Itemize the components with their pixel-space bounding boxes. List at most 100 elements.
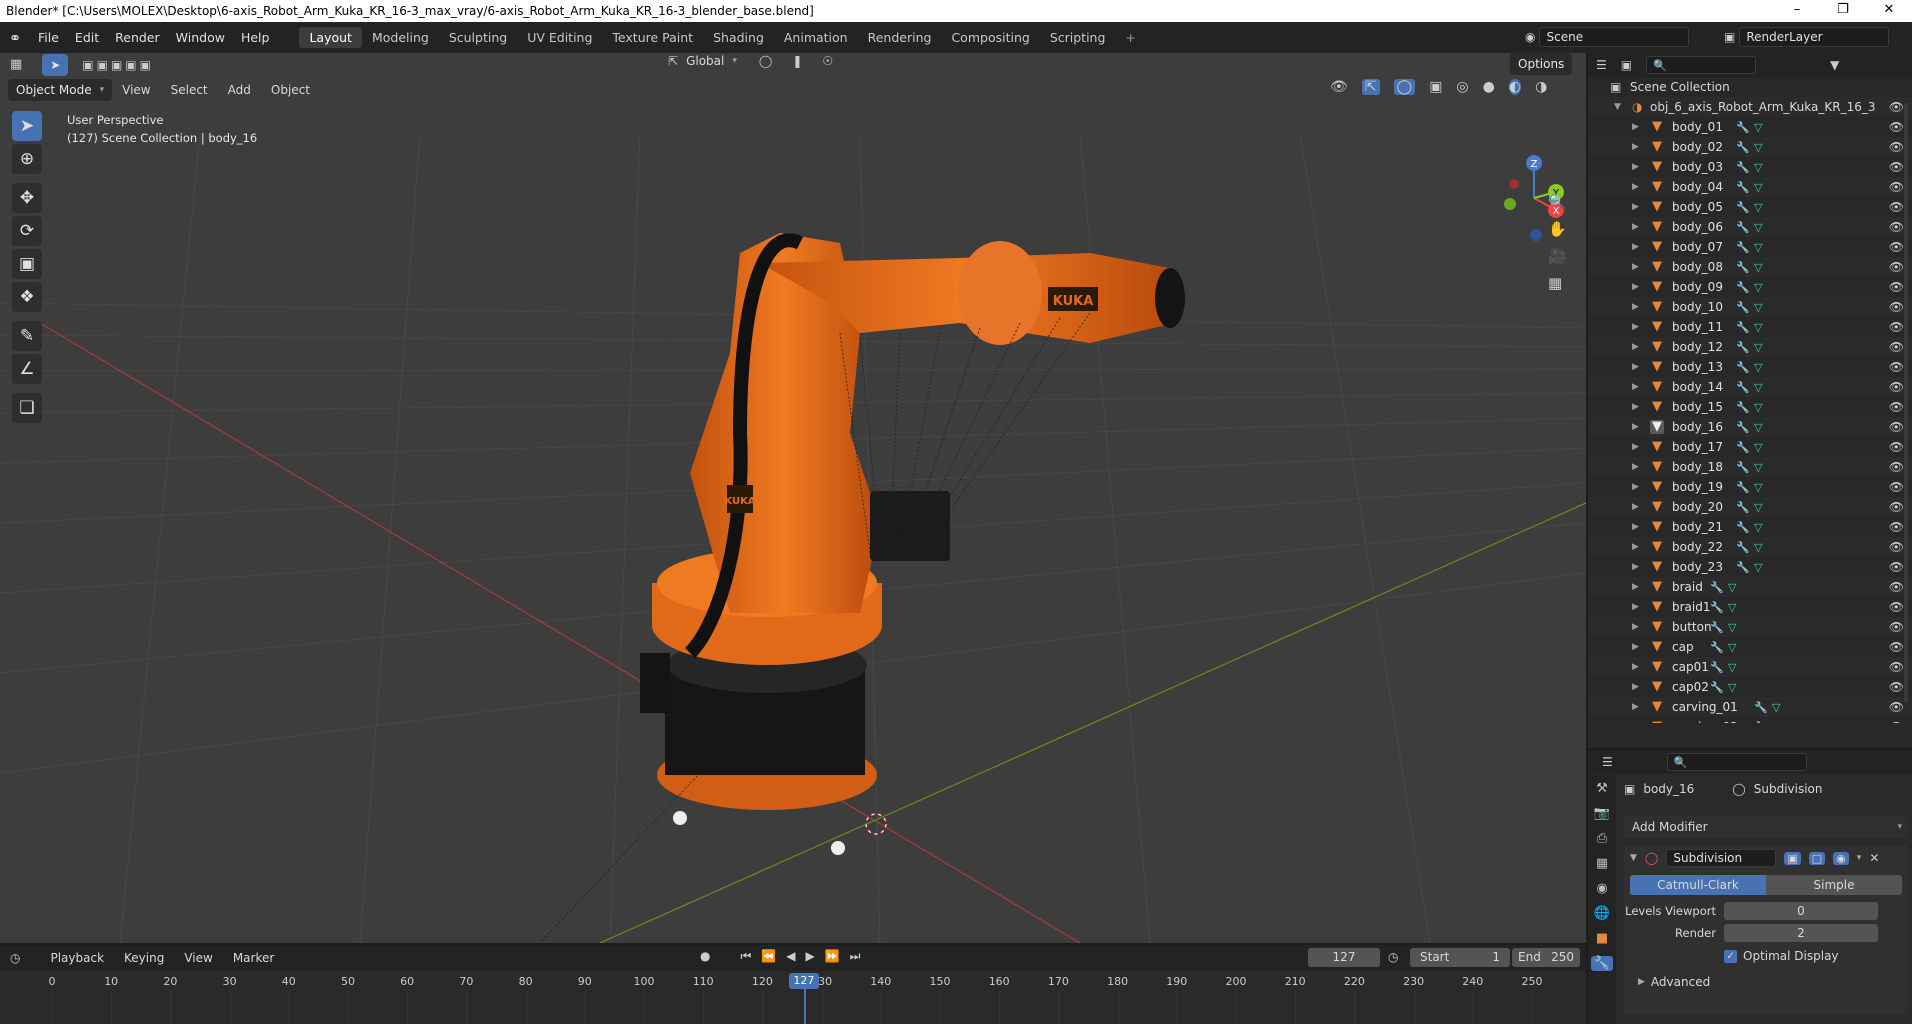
expand-icon[interactable]: ▶ xyxy=(1632,522,1639,532)
playhead-line[interactable] xyxy=(803,989,806,1024)
outliner-item[interactable]: ▶ ▼ body_08 🔧 ▽ 👁 xyxy=(1588,257,1912,277)
outliner-item[interactable]: ▶ ▼ body_04 🔧 ▽ 👁 xyxy=(1588,177,1912,197)
outliner-item[interactable]: ▶ ▼ body_16 🔧 ▽ 👁 xyxy=(1588,417,1912,437)
menu-render[interactable]: Render xyxy=(107,30,168,45)
jump-start-icon[interactable]: ⏮ xyxy=(740,949,751,964)
proportional-edit-icon[interactable]: ☉ xyxy=(822,54,833,68)
expand-icon[interactable]: ▶ xyxy=(1632,642,1639,652)
material-shading-icon[interactable]: ◐ xyxy=(1508,79,1522,95)
menu-file[interactable]: File xyxy=(30,30,67,45)
snap-icon[interactable]: ❚ xyxy=(792,54,802,68)
world-tab-icon[interactable]: 🌐 xyxy=(1594,906,1610,921)
viewport-toggle-icon[interactable]: □ xyxy=(1808,851,1826,865)
add-modifier-dropdown[interactable]: Add Modifier ▾ xyxy=(1624,816,1908,838)
outliner-item[interactable]: ▶ ▼ body_03 🔧 ▽ 👁 xyxy=(1588,157,1912,177)
scene-tab-icon[interactable]: ◉ xyxy=(1596,881,1607,896)
select-mode-icon[interactable]: ➤ xyxy=(42,53,69,76)
eye-icon[interactable]: 👁 xyxy=(1889,640,1904,654)
eye-icon[interactable]: 👁 xyxy=(1889,220,1904,234)
expand-icon[interactable]: ▶ xyxy=(1632,202,1639,212)
outliner-item[interactable]: ▶ ▼ body_09 🔧 ▽ 👁 xyxy=(1588,277,1912,297)
expand-icon[interactable]: ▶ xyxy=(1632,382,1639,392)
view-layer-tab-icon[interactable]: ▦ xyxy=(1596,856,1608,871)
start-frame-field[interactable]: Start 1 xyxy=(1410,948,1510,967)
expand-icon[interactable]: ▶ xyxy=(1632,322,1639,332)
render-toggle-icon[interactable]: ◉ xyxy=(1833,851,1849,865)
eye-icon[interactable]: 👁 xyxy=(1889,280,1904,294)
expand-icon[interactable]: ▶ xyxy=(1632,362,1639,372)
cursor-icon[interactable]: ⊕ xyxy=(12,144,42,174)
select-box-icon[interactable]: ➤ xyxy=(12,111,42,141)
display-mode-icon[interactable]: ▣ xyxy=(1621,58,1632,72)
visibility-icon[interactable]: 👁 xyxy=(1330,79,1348,95)
outliner-item[interactable]: ▶ ▼ carving_02 🔧 ▽ 👁 xyxy=(1588,717,1912,724)
expand-icon[interactable]: ▶ xyxy=(1632,542,1639,552)
outliner-item[interactable]: ▶ ▼ cap02 🔧 ▽ 👁 xyxy=(1588,677,1912,697)
tab-sculpting[interactable]: Sculpting xyxy=(439,27,517,48)
outliner-item[interactable]: ▶ ▼ button 🔧 ▽ 👁 xyxy=(1588,617,1912,637)
outliner-editor-icon[interactable]: ☰ xyxy=(1596,58,1607,72)
outliner-collection-row[interactable]: ▼ ◑ obj_6_axis_Robot_Arm_Kuka_KR_16_3 👁 xyxy=(1588,97,1912,117)
outliner-item[interactable]: ▶ ▼ body_05 🔧 ▽ 👁 xyxy=(1588,197,1912,217)
expand-icon[interactable]: ▶ xyxy=(1632,342,1639,352)
tab-compositing[interactable]: Compositing xyxy=(941,27,1039,48)
eye-icon[interactable]: 👁 xyxy=(1889,660,1904,674)
vp-menu-select[interactable]: Select xyxy=(161,83,218,97)
outliner-item[interactable]: ▶ ▼ body_11 🔧 ▽ 👁 xyxy=(1588,317,1912,337)
eye-icon[interactable]: 👁 xyxy=(1889,520,1904,534)
object-tab-icon[interactable]: ■ xyxy=(1596,931,1608,946)
outliner-item[interactable]: ▶ ▼ body_01 🔧 ▽ 👁 xyxy=(1588,117,1912,137)
tab-rendering[interactable]: Rendering xyxy=(858,27,942,48)
expand-icon[interactable]: ▶ xyxy=(1632,442,1639,452)
outliner-item[interactable]: ▶ ▼ body_23 🔧 ▽ 👁 xyxy=(1588,557,1912,577)
minimize-icon[interactable]: – xyxy=(1774,0,1820,22)
eye-icon[interactable]: 👁 xyxy=(1889,200,1904,214)
renderlayer-field[interactable]: RenderLayer xyxy=(1739,27,1890,47)
timeline-editor-icon[interactable]: ◷ xyxy=(10,951,20,965)
close-icon[interactable]: ✕ xyxy=(1869,851,1879,865)
properties-search-input[interactable]: 🔍 xyxy=(1666,753,1807,771)
outliner-item[interactable]: ▶ ▼ body_14 🔧 ▽ 👁 xyxy=(1588,377,1912,397)
transform-icon[interactable]: ❖ xyxy=(12,282,42,312)
expand-icon[interactable]: ▶ xyxy=(1632,162,1639,172)
collapse-icon[interactable]: ▼ xyxy=(1630,853,1637,863)
outliner-item[interactable]: ▶ ▼ body_07 🔧 ▽ 👁 xyxy=(1588,237,1912,257)
expand-icon[interactable]: ▶ xyxy=(1632,702,1639,712)
outliner-item[interactable]: ▶ ▼ body_06 🔧 ▽ 👁 xyxy=(1588,217,1912,237)
eye-icon[interactable]: 👁 xyxy=(1889,300,1904,314)
expand-icon[interactable]: ▶ xyxy=(1632,242,1639,252)
scale-icon[interactable]: ▣ xyxy=(12,249,42,279)
outliner-item[interactable]: ▶ ▼ body_18 🔧 ▽ 👁 xyxy=(1588,457,1912,477)
timeline-menu-playback[interactable]: Playback xyxy=(40,951,114,965)
outliner-item[interactable]: ▶ ▼ body_20 🔧 ▽ 👁 xyxy=(1588,497,1912,517)
eye-icon[interactable]: 👁 xyxy=(1889,680,1904,694)
expand-icon[interactable]: ▶ xyxy=(1632,562,1639,572)
wireframe-shading-icon[interactable]: ◎ xyxy=(1456,79,1468,95)
properties-editor-icon[interactable]: ☰ xyxy=(1602,755,1613,769)
expand-icon[interactable]: ▶ xyxy=(1632,182,1639,192)
outliner-item[interactable]: ▶ ▼ cap 🔧 ▽ 👁 xyxy=(1588,637,1912,657)
next-keyframe-icon[interactable]: ⏩ xyxy=(825,949,840,964)
vp-menu-add[interactable]: Add xyxy=(218,83,261,97)
expand-icon[interactable]: ▶ xyxy=(1632,582,1639,592)
eye-icon[interactable]: 👁 xyxy=(1889,120,1904,134)
editor-type-icon[interactable]: ▦ xyxy=(10,57,22,72)
eye-icon[interactable]: 👁 xyxy=(1889,100,1904,114)
xray-icon[interactable]: ▣ xyxy=(1429,79,1442,95)
tab-animation[interactable]: Animation xyxy=(774,27,858,48)
add-cube-icon[interactable]: ❏ xyxy=(12,393,42,423)
chevron-down-icon[interactable]: ▾ xyxy=(1857,853,1862,863)
outliner-tree[interactable]: ▣ Scene Collection ▼ ◑ obj_6_axis_Robot_… xyxy=(1588,77,1912,723)
rendered-shading-icon[interactable]: ◑ xyxy=(1535,79,1547,95)
expand-icon[interactable]: ▶ xyxy=(1632,262,1639,272)
jump-end-icon[interactable]: ⏭ xyxy=(850,949,861,964)
eye-icon[interactable]: 👁 xyxy=(1889,240,1904,254)
eye-icon[interactable]: 👁 xyxy=(1889,380,1904,394)
measure-icon[interactable]: ∠ xyxy=(12,354,42,384)
eye-icon[interactable]: 👁 xyxy=(1889,720,1904,723)
eye-icon[interactable]: 👁 xyxy=(1889,580,1904,594)
tool-tab-icon[interactable]: ⚒ xyxy=(1596,781,1608,796)
eye-icon[interactable]: 👁 xyxy=(1889,260,1904,274)
outliner-item[interactable]: ▶ ▼ braid1 🔧 ▽ 👁 xyxy=(1588,597,1912,617)
tab-layout[interactable]: Layout xyxy=(299,27,362,48)
